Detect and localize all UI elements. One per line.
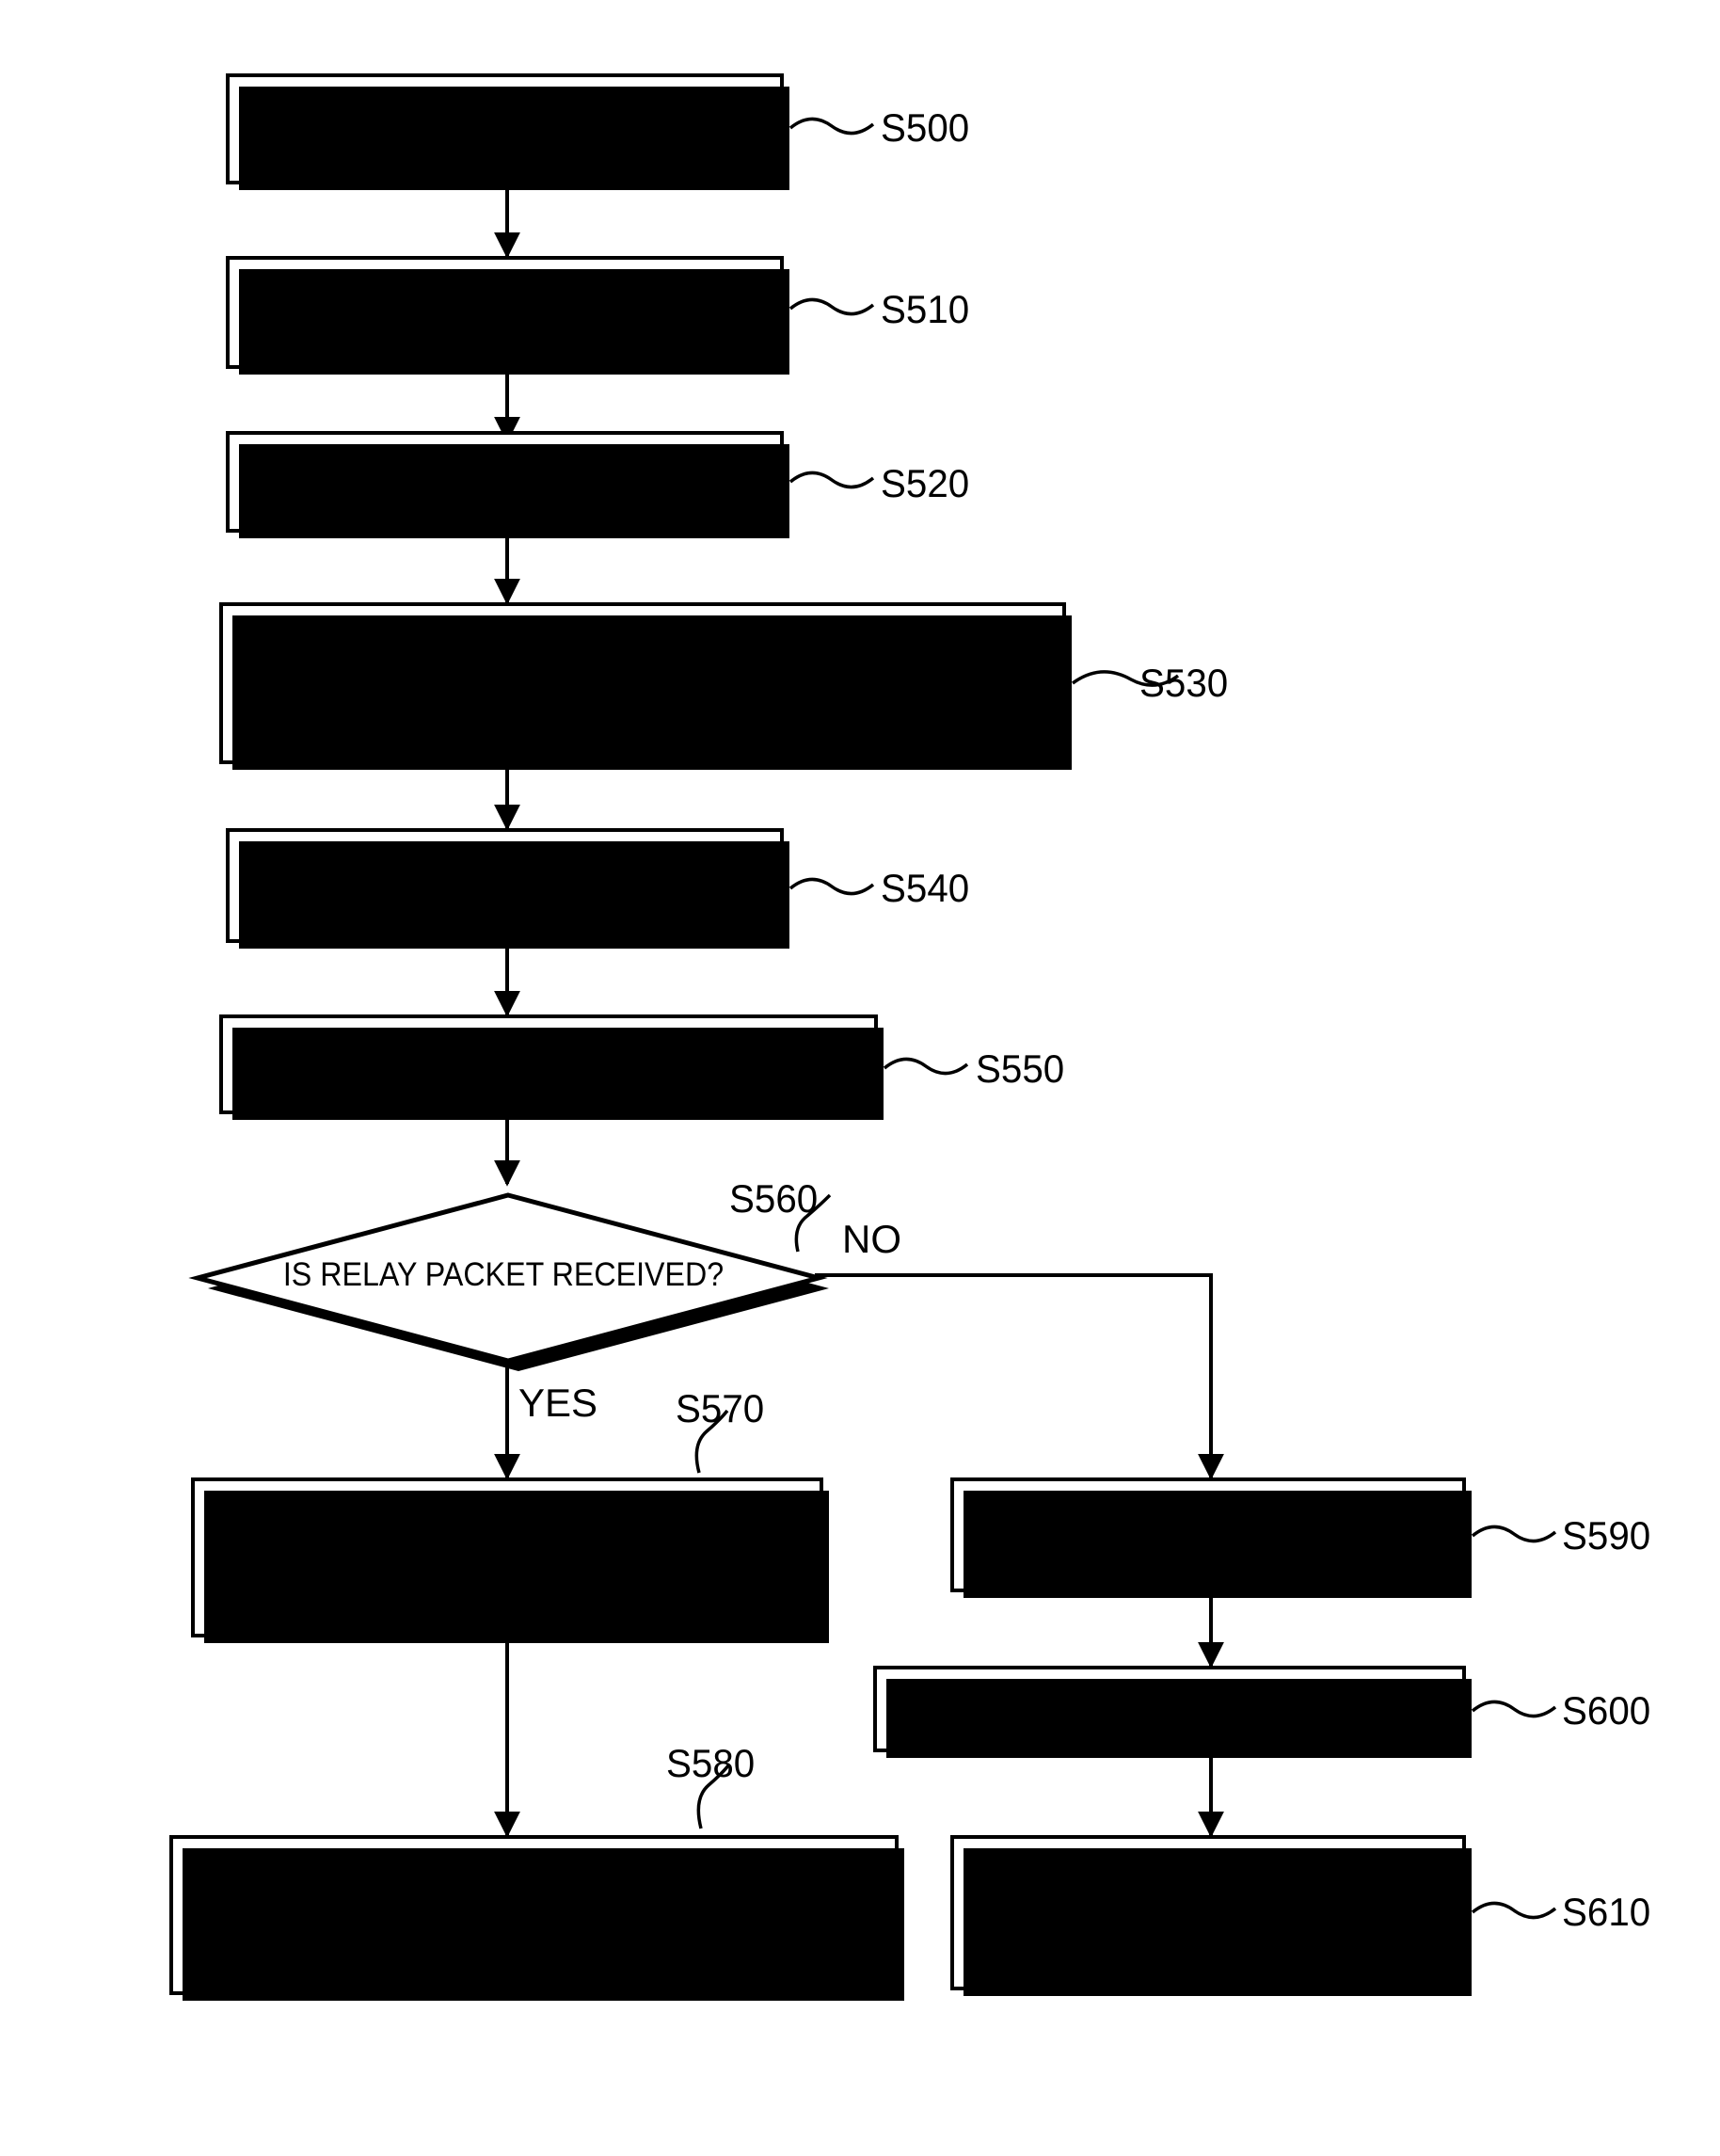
node-s580-line1: PERFORM RELAY TRANSMISSION AT TRANSMITTI… <box>286 1861 782 1932</box>
ref-s530: S530 <box>1139 661 1229 705</box>
node-s520-label: RECEIVE SCHEDULE MESSAGE <box>278 463 732 501</box>
node-s600[interactable]: DETERMINE PACKET TRANSMITTING TIME <box>873 1666 1472 1758</box>
node-s500-label: GENERATE ROUTING INFORMATION <box>245 110 765 148</box>
flowchart-canvas: GENERATE ROUTING INFORMATION S500 TRANSM… <box>0 0 1720 2156</box>
node-s550[interactable]: WAKE UP AT CORRESPONDING TIME <box>219 1014 884 1120</box>
node-s610-line2: TIME AND TRANSMIT PACKET <box>1009 1928 1408 1964</box>
node-s560[interactable]: IS RELAY PACKET RECEIVED? <box>188 1184 829 1371</box>
node-s570[interactable]: DETERMINE TRANSMITTING TIME OF RELAY PAC… <box>191 1477 829 1643</box>
node-s570-line1: DETERMINE TRANSMITTING TIME OF <box>241 1502 773 1540</box>
node-s530-label: DETERMINE TRANSMITTING AND RECEIVING SCH… <box>280 647 1006 720</box>
leader-s550 <box>883 1057 969 1076</box>
node-s570-line2: RELAY PACKET AND NEXT WAKEUP TIME <box>252 1539 762 1613</box>
node-s540[interactable]: DETERMINE WAKEUP TIME <box>226 828 789 949</box>
node-s590-label: GENERATE PACKET <box>1065 1516 1351 1554</box>
leader-s540 <box>788 877 875 896</box>
node-s510-label: TRANSMIT ROUTING MESSAGE <box>279 294 730 331</box>
ref-s540: S540 <box>881 866 970 910</box>
ref-s510: S510 <box>881 287 970 331</box>
node-s530[interactable]: DETERMINE TRANSMITTING AND RECEIVING SCH… <box>219 602 1072 770</box>
leader-s590 <box>1471 1525 1557 1543</box>
node-s580-label: PERFORM RELAY TRANSMISSION AT TRANSMITTI… <box>202 1861 867 1968</box>
ref-s550: S550 <box>976 1046 1065 1091</box>
leader-s520 <box>788 471 875 489</box>
ref-s610: S610 <box>1562 1890 1651 1934</box>
node-s520[interactable]: RECEIVE SCHEDULE MESSAGE <box>226 431 789 538</box>
leader-s510 <box>788 297 875 316</box>
ref-s500: S500 <box>881 105 970 150</box>
ref-s590: S590 <box>1562 1513 1651 1557</box>
node-s580[interactable]: PERFORM RELAY TRANSMISSION AT TRANSMITTI… <box>169 1835 904 2001</box>
ref-s560: S560 <box>729 1176 819 1221</box>
node-s500[interactable]: GENERATE ROUTING INFORMATION <box>226 73 789 190</box>
ref-s570: S570 <box>676 1386 765 1430</box>
node-s610-line1: WAKE UP AT PACKET TRANSMITTING <box>1066 1860 1350 1930</box>
ref-s600: S600 <box>1562 1688 1651 1733</box>
node-s610-label: WAKE UP AT PACKET TRANSMITTING TIME AND … <box>975 1860 1442 1965</box>
leader-s610 <box>1471 1901 1557 1920</box>
leader-s600 <box>1471 1700 1557 1718</box>
node-s550-label: WAKE UP AT CORRESPONDING TIME <box>284 1046 813 1083</box>
node-s530-line2: SCHEDULES BASED ON SCHEDULE INFORMATION <box>279 683 1006 720</box>
node-s560-label: IS RELAY PACKET RECEIVED? <box>282 1255 725 1293</box>
node-s600-label: DETERMINE PACKET TRANSMITTING TIME <box>893 1691 1446 1726</box>
node-s580-line2: TIME AND CONVERT TO SLEEP STATE <box>279 1931 789 1967</box>
node-s510[interactable]: TRANSMIT ROUTING MESSAGE <box>226 256 789 375</box>
node-s530-line1: DETERMINE TRANSMITTING AND RECEIVING <box>320 646 965 683</box>
edge-s560-s590-no <box>815 1273 1224 1480</box>
leader-s500 <box>788 117 875 136</box>
node-s570-label: DETERMINE TRANSMITTING TIME OF RELAY PAC… <box>220 1502 795 1613</box>
node-s590[interactable]: GENERATE PACKET <box>950 1477 1472 1598</box>
node-s540-label: DETERMINE WAKEUP TIME <box>311 867 699 904</box>
ref-s580: S580 <box>666 1741 756 1785</box>
ref-s520: S520 <box>881 461 970 505</box>
node-s610[interactable]: WAKE UP AT PACKET TRANSMITTING TIME AND … <box>950 1835 1472 1996</box>
edge-label-no: NO <box>842 1217 901 1261</box>
edge-label-yes: YES <box>518 1381 598 1425</box>
